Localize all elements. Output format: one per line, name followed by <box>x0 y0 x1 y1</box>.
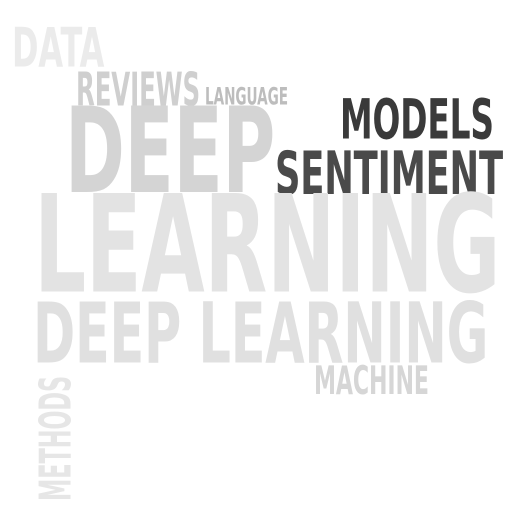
word-machine: MACHINE <box>314 357 429 404</box>
word-methods: METHODS <box>30 375 82 501</box>
word-cloud: DATA REVIEWS LANGUAGE MODELS DEEP SENTIM… <box>0 0 512 512</box>
